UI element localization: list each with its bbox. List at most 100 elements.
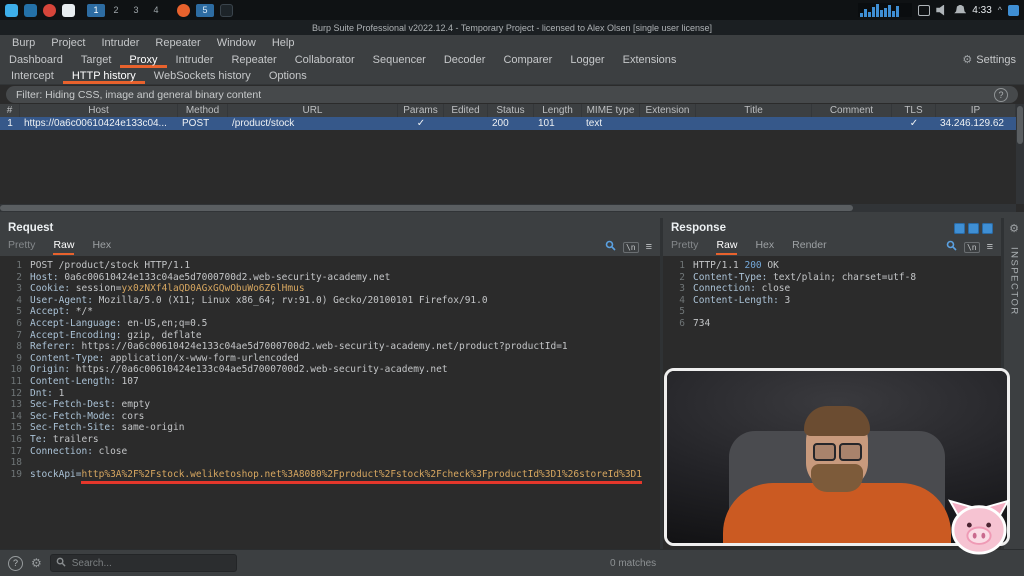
column-header-length[interactable]: Length (534, 104, 582, 117)
main-tab-intruder[interactable]: Intruder (167, 51, 223, 68)
pig-face-icon (948, 498, 1010, 556)
line-number: 1 (669, 260, 685, 272)
menu-project[interactable]: Project (43, 37, 93, 49)
main-tab-proxy[interactable]: Proxy (120, 51, 166, 68)
system-monitor-graph-icon[interactable] (858, 3, 912, 17)
main-tab-repeater[interactable]: Repeater (222, 51, 285, 68)
tray-expand-icon[interactable]: ^ (998, 5, 1002, 16)
response-tab-render[interactable]: Render (792, 239, 826, 255)
main-tab-collaborator[interactable]: Collaborator (286, 51, 364, 68)
main-tab-dashboard[interactable]: Dashboard (0, 51, 72, 68)
settings-icon-statusbar[interactable]: ⚙ (31, 556, 42, 570)
sub-tab-websockets-history[interactable]: WebSockets history (145, 68, 260, 84)
settings-button[interactable]: ⚙ Settings (962, 51, 1016, 68)
menu-burp[interactable]: Burp (4, 37, 43, 49)
sub-tab-options[interactable]: Options (260, 68, 316, 84)
sub-tab-http-history[interactable]: HTTP history (63, 68, 145, 84)
desktop-4[interactable]: 4 (147, 4, 165, 17)
terminal-icon[interactable] (220, 4, 233, 17)
desktop-1[interactable]: 1 (87, 4, 105, 17)
column-header-host[interactable]: Host (20, 104, 178, 117)
search-box[interactable] (50, 554, 237, 572)
app-launcher-icon[interactable] (5, 4, 18, 17)
menu-help[interactable]: Help (264, 37, 303, 49)
code-line: 4Content-Length: 3 (669, 295, 1001, 307)
editor-menu-icon[interactable]: ≡ (646, 241, 652, 253)
person-head (806, 411, 868, 489)
line-number: 13 (6, 399, 22, 411)
desktop-2[interactable]: 2 (107, 4, 125, 17)
main-tab-target[interactable]: Target (72, 51, 121, 68)
chat-icon[interactable] (62, 4, 75, 17)
search-icon[interactable] (605, 238, 616, 256)
response-tab-hex[interactable]: Hex (755, 239, 774, 255)
column-header-url[interactable]: URL (228, 104, 398, 117)
response-tab-raw[interactable]: Raw (716, 239, 737, 255)
main-tab-decoder[interactable]: Decoder (435, 51, 495, 68)
scrollbar-thumb[interactable] (1017, 106, 1023, 144)
menu-repeater[interactable]: Repeater (147, 37, 208, 49)
line-content: Accept-Language: en-US,en;q=0.5 (30, 318, 207, 330)
person-hair (804, 406, 870, 436)
tray-app-icon[interactable] (1008, 5, 1019, 16)
history-table-row[interactable]: 1https://0a6c00610424e133c04...POST/prod… (0, 117, 1016, 130)
main-tab-sequencer[interactable]: Sequencer (364, 51, 435, 68)
request-editor[interactable]: 1POST /product/stock HTTP/1.12Host: 0a6c… (0, 256, 660, 550)
editor-menu-icon[interactable]: ≡ (987, 241, 993, 253)
column-header-mime-type[interactable]: MIME type (582, 104, 640, 117)
column-header-edited[interactable]: Edited (444, 104, 488, 117)
search-icon[interactable] (946, 238, 957, 256)
column-header-tls[interactable]: TLS (892, 104, 936, 117)
code-line: 15Sec-Fetch-Site: same-origin (6, 422, 660, 434)
cell-params: ✓ (398, 117, 444, 130)
table-horizontal-scrollbar[interactable] (0, 204, 1016, 212)
column-header-extension[interactable]: Extension (640, 104, 696, 117)
display-icon[interactable] (918, 5, 930, 16)
layout-rows-icon[interactable] (968, 223, 979, 234)
column-header-status[interactable]: Status (488, 104, 534, 117)
response-tab-pretty[interactable]: Pretty (671, 239, 698, 255)
filter-bar[interactable]: Filter: Hiding CSS, image and general bi… (6, 86, 1018, 103)
main-tab-extensions[interactable]: Extensions (614, 51, 686, 68)
column-header-method[interactable]: Method (178, 104, 228, 117)
column-header-ip[interactable]: IP (936, 104, 1016, 117)
gear-icon: ⚙ (962, 53, 972, 66)
main-tab-comparer[interactable]: Comparer (494, 51, 561, 68)
table-vertical-scrollbar[interactable] (1016, 104, 1024, 204)
filter-text: Filter: Hiding CSS, image and general bi… (16, 89, 261, 101)
burp-app-icon[interactable] (177, 4, 190, 17)
main-tab-logger[interactable]: Logger (561, 51, 613, 68)
newline-toggle-icon[interactable]: \n (623, 242, 639, 253)
request-tab-raw[interactable]: Raw (53, 239, 74, 255)
recorder-icon[interactable] (43, 4, 56, 17)
column-header-comment[interactable]: Comment (812, 104, 892, 117)
search-input[interactable] (70, 557, 231, 570)
window-badge[interactable]: 5 (196, 4, 214, 17)
window-titlebar[interactable]: Burp Suite Professional v2022.12.4 - Tem… (0, 20, 1024, 35)
layout-columns-icon[interactable] (954, 223, 965, 234)
volume-icon[interactable] (936, 5, 948, 16)
sub-tab-intercept[interactable]: Intercept (2, 68, 63, 84)
file-manager-icon[interactable] (24, 4, 37, 17)
help-icon[interactable]: ? (994, 88, 1008, 102)
notifications-icon[interactable] (954, 5, 966, 16)
menu-intruder[interactable]: Intruder (94, 37, 148, 49)
inspector-label: INSPECTOR (1009, 247, 1020, 316)
request-tab-pretty[interactable]: Pretty (8, 239, 35, 255)
help-icon-statusbar[interactable]: ? (8, 556, 23, 571)
column-header-item[interactable]: # (0, 104, 20, 117)
layout-single-icon[interactable] (982, 223, 993, 234)
column-header-title[interactable]: Title (696, 104, 812, 117)
code-segment: en-US,en;q=0.5 (127, 318, 207, 329)
scrollbar-thumb[interactable] (0, 205, 853, 211)
desktop-3[interactable]: 3 (127, 4, 145, 17)
column-header-params[interactable]: Params (398, 104, 444, 117)
code-segment: Host: (30, 272, 64, 283)
inspector-gear-icon[interactable]: ⚙ (1009, 222, 1019, 235)
newline-toggle-icon[interactable]: \n (964, 242, 980, 253)
menu-window[interactable]: Window (209, 37, 264, 49)
clock[interactable]: 4:33 (972, 5, 991, 16)
request-tab-hex[interactable]: Hex (92, 239, 111, 255)
code-segment: 3 (785, 295, 791, 306)
line-number: 6 (6, 318, 22, 330)
